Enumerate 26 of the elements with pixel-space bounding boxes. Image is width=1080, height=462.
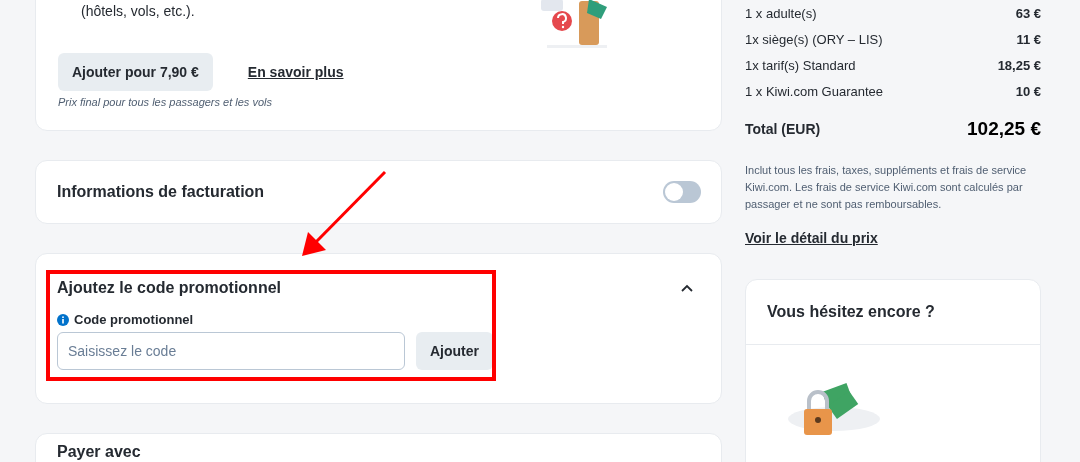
fees-note: Inclut tous les frais, taxes, suppléments et frais de service Kiwi.com. Les frais de service Kiwi.com sont calculés par passager et ne sont pas remboursables. — [745, 163, 1028, 212]
price-line-amount: 63 € — [1015, 5, 1041, 21]
total-amount: 102,25 € — [967, 118, 1041, 140]
promo-field-label: Code promotionnel — [74, 312, 194, 327]
promo-title: Ajoutez le code promotionnel — [57, 279, 281, 297]
info-icon — [57, 313, 69, 326]
hesitate-title: Vous hésitez encore ? — [767, 303, 935, 320]
price-line-label: 1x tarif(s) Standard — [745, 57, 856, 73]
payment-title: Payer avec — [57, 443, 141, 460]
description-text: (hôtels, vols, etc.). — [81, 3, 195, 19]
price-line-amount: 10 € — [1015, 83, 1041, 99]
price-line-label: 1 x adulte(s) — [745, 5, 817, 21]
learn-more-link[interactable]: En savoir plus — [247, 64, 344, 80]
price-line-amount: 18,25 € — [997, 57, 1041, 73]
chevron-icon[interactable] — [681, 284, 693, 292]
price-line-amount: 11 € — [1016, 31, 1041, 47]
price-line-label: 1 x Kiwi.com Guarantee — [745, 83, 883, 99]
promo-code-field[interactable]: Saisissez le code — [57, 332, 405, 370]
price-line-label: 1x siège(s) (ORY – LIS) — [745, 31, 883, 47]
apply-promo-button[interactable]: Ajouter — [416, 332, 493, 370]
price-note: Prix final pour tous les passagers et les vols — [58, 96, 273, 108]
billing-title: Informations de facturation — [57, 183, 265, 201]
price-details-link[interactable]: Voir le détail du prix — [745, 230, 1041, 246]
total-label: Total (EUR) — [745, 121, 821, 137]
add-insurance-button[interactable]: Ajouter pour 7,90 € — [58, 53, 213, 91]
billing-toggle[interactable] — [663, 181, 701, 203]
